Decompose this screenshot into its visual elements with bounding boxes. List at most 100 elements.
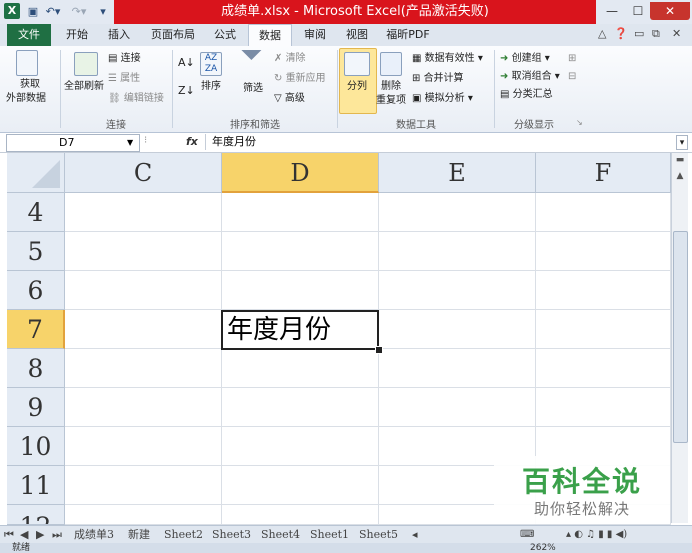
remove-duplicates-icon[interactable] [380, 52, 402, 76]
filter-button[interactable]: 筛选 [243, 82, 263, 96]
close-button[interactable]: ✕ [650, 2, 690, 20]
minimize-button[interactable]: — [598, 2, 626, 20]
what-if-button[interactable]: ▣ 模拟分析 ▾ [412, 92, 473, 106]
grid-cell[interactable] [379, 388, 536, 427]
grid-cell[interactable] [65, 388, 222, 427]
grid-cell[interactable] [65, 466, 222, 505]
grid-cell[interactable] [222, 427, 379, 466]
active-cell-d7[interactable]: 年度月份 [221, 310, 379, 350]
tab-page-layout[interactable]: 页面布局 [144, 24, 202, 46]
grid-cell[interactable] [536, 310, 671, 349]
sheet-tab-4[interactable]: Sheet3 [212, 527, 251, 542]
save-icon[interactable]: ▣ [26, 3, 40, 21]
name-box-dropdown-icon[interactable]: ▼ [127, 135, 133, 151]
insert-function-icon[interactable]: fx [186, 135, 198, 148]
sheet-tab-5[interactable]: Sheet4 [261, 527, 300, 542]
grid-cell[interactable] [222, 271, 379, 310]
grid-cell[interactable] [379, 271, 536, 310]
keyboard-icon[interactable]: ⌨ [520, 527, 534, 542]
text-to-columns-icon[interactable] [344, 52, 370, 76]
remove-duplicates-label1[interactable]: 删除 [381, 80, 401, 94]
row-header-4[interactable]: 4 [7, 193, 65, 232]
grid-cell[interactable] [65, 349, 222, 388]
get-external-data-label[interactable]: 获取 [20, 78, 40, 92]
reapply-button[interactable]: ↻ 重新应用 [274, 72, 326, 86]
maximize-button[interactable]: ☐ [624, 2, 652, 20]
scroll-up-icon[interactable]: ▲ [672, 169, 688, 183]
clear-button[interactable]: ✗ 清除 [274, 52, 306, 66]
grid-cell[interactable] [222, 505, 379, 525]
sheet-tab-7[interactable]: Sheet5 [359, 527, 398, 542]
edit-links-button[interactable]: ⛓ 编辑链接 [108, 92, 164, 106]
grid-cell[interactable] [379, 310, 536, 349]
grid-cell[interactable] [379, 232, 536, 271]
ribbon-collapse-icon[interactable]: △ [598, 27, 606, 40]
split-columns-button[interactable]: 分列 [347, 80, 367, 94]
last-sheet-icon[interactable]: ⏭ [52, 527, 66, 542]
expand-formula-bar-icon[interactable]: ▾ [676, 135, 688, 150]
column-header-e[interactable]: E [379, 153, 536, 193]
hide-detail-icon[interactable]: ⊟ [568, 70, 576, 84]
sort-button[interactable]: 排序 [201, 80, 221, 94]
tab-home[interactable]: 开始 [58, 24, 96, 46]
row-header-9[interactable]: 9 [7, 388, 65, 427]
grid-cell[interactable] [65, 193, 222, 232]
row-header-7[interactable]: 7 [7, 310, 65, 349]
grid-cell[interactable] [222, 193, 379, 232]
grid-cell[interactable] [222, 349, 379, 388]
redo-icon[interactable]: ↷▾ [68, 3, 90, 21]
filter-funnel-icon[interactable]: ⏷ [240, 41, 262, 69]
tab-scroll-icon[interactable]: ◂ [412, 527, 422, 542]
row-header-5[interactable]: 5 [7, 232, 65, 271]
grid-cell[interactable] [536, 349, 671, 388]
group-button[interactable]: ➜ 创建组 ▾ [500, 52, 550, 66]
column-header-c[interactable]: C [65, 153, 222, 193]
refresh-all-button[interactable]: 全部刷新 [64, 80, 104, 94]
grid-cell[interactable] [222, 388, 379, 427]
column-header-f[interactable]: F [536, 153, 671, 193]
grid-cell[interactable] [222, 232, 379, 271]
grid-cell[interactable] [222, 466, 379, 505]
grid-cell[interactable] [536, 388, 671, 427]
next-sheet-icon[interactable]: ▶ [36, 527, 50, 542]
name-box[interactable]: D7 ▼ [6, 134, 140, 152]
grid-cell[interactable] [65, 505, 222, 525]
grid-cell[interactable] [65, 232, 222, 271]
grid-cell[interactable] [536, 232, 671, 271]
data-validation-button[interactable]: ▦ 数据有效性 ▾ [412, 52, 483, 66]
customize-qat-icon[interactable]: ▾ [96, 3, 110, 21]
ungroup-button[interactable]: ➜ 取消组合 ▾ [500, 70, 560, 84]
undo-icon[interactable]: ↶▾ [42, 3, 64, 21]
vertical-scrollbar[interactable]: ▬ ▲ [671, 153, 688, 523]
formula-input[interactable]: 年度月份 [205, 134, 682, 150]
grid-cell[interactable] [65, 310, 222, 349]
tab-review[interactable]: 审阅 [296, 24, 334, 46]
tab-formulas[interactable]: 公式 [206, 24, 244, 46]
show-detail-icon[interactable]: ⊞ [568, 52, 576, 66]
subtotal-button[interactable]: ▤ 分类汇总 [500, 88, 553, 102]
sheet-tab-2[interactable]: 新建 [128, 527, 150, 542]
grid-cell[interactable] [379, 193, 536, 232]
get-external-data-icon[interactable] [16, 50, 38, 76]
row-header-11[interactable]: 11 [7, 466, 65, 505]
grid-cell[interactable] [536, 271, 671, 310]
vertical-scroll-thumb[interactable] [673, 231, 688, 443]
properties-button[interactable]: ☰ 属性 [108, 72, 140, 86]
sheet-tab-3[interactable]: Sheet2 [164, 527, 203, 542]
sheet-tab-6[interactable]: Sheet1 [310, 527, 349, 542]
doc-minimize-icon[interactable]: ▭ [634, 27, 644, 40]
select-all-corner[interactable] [7, 153, 65, 193]
row-header-8[interactable]: 8 [7, 349, 65, 388]
sort-icon[interactable]: AZ ZA [200, 52, 222, 76]
sort-ascending-icon[interactable]: A↓ [178, 56, 195, 70]
column-header-d[interactable]: D [222, 153, 379, 193]
consolidate-button[interactable]: ⊞ 合并计算 [412, 72, 464, 86]
grid-cell[interactable] [379, 349, 536, 388]
tab-file[interactable]: 文件 [7, 24, 51, 46]
connections-button[interactable]: ▤ 连接 [108, 52, 141, 66]
grid-cell[interactable] [536, 193, 671, 232]
grid-cell[interactable] [65, 271, 222, 310]
help-icon[interactable]: ❓ [614, 27, 628, 40]
split-box-icon[interactable]: ▬ [672, 153, 688, 167]
dialog-launcher-icon[interactable]: ↘ [576, 116, 583, 130]
